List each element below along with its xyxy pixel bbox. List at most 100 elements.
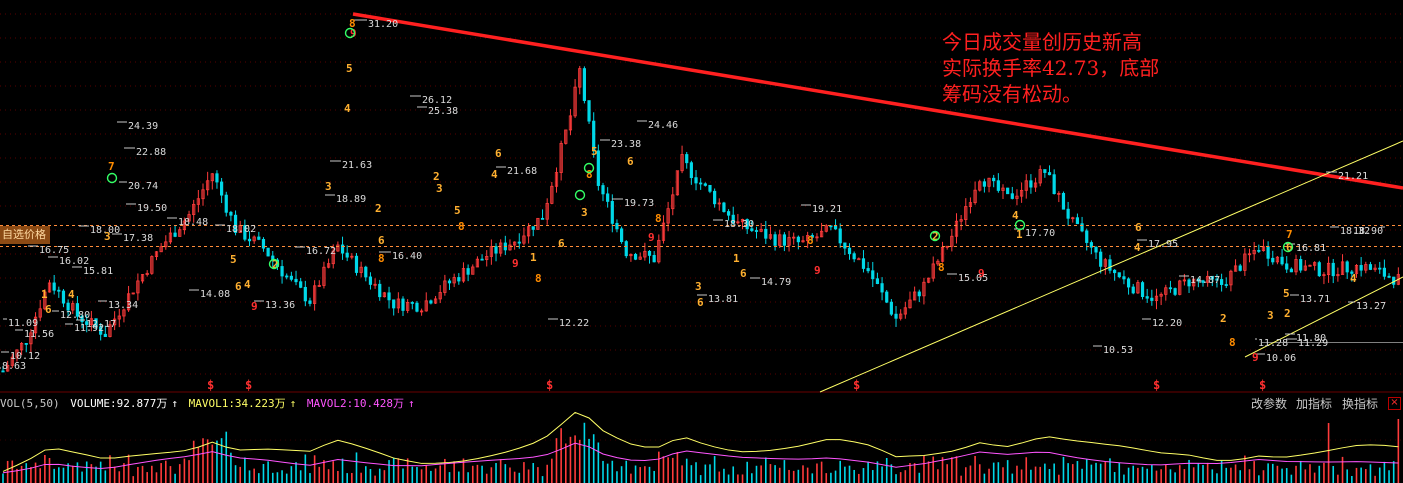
- price-label-18.48: 18.48: [178, 217, 208, 228]
- candle-body: [61, 290, 66, 304]
- price-label-13.34: 13.34: [108, 300, 138, 311]
- candle-body: [173, 232, 177, 237]
- price-label-17.70: 17.70: [1025, 228, 1055, 239]
- candle-body: [66, 302, 70, 311]
- signal-ring: [106, 172, 118, 184]
- candle-body: [1382, 267, 1386, 277]
- signal-digit-9: 9: [978, 267, 985, 280]
- signal-digit-6: 6: [558, 237, 565, 250]
- signal-digit-4: 4: [491, 168, 498, 181]
- annotation: 今日成交量创历史新高实际换手率42.73，底部筹码没有松动。: [942, 30, 1159, 106]
- candle-body: [722, 202, 726, 212]
- candle-body: [1220, 279, 1224, 285]
- signal-digit-3: 3: [695, 280, 702, 293]
- candle-body: [308, 300, 312, 304]
- candle-body: [1043, 169, 1047, 173]
- candle-body: [1387, 275, 1391, 278]
- candle-body: [1345, 261, 1349, 273]
- signal-digit-6: 6: [1135, 221, 1142, 234]
- mavol1-value: MAVOL1:34.223万: [188, 397, 286, 410]
- signal-digit-1: 1: [733, 252, 740, 265]
- candle-body: [582, 68, 586, 101]
- candle-body: [57, 289, 61, 292]
- price-label-11.28: 11.28: [1258, 338, 1288, 349]
- candle-body: [606, 193, 610, 202]
- volume-header: VOL(5,50) VOLUME:92.877万 ↑ MAVOL1:34.223万…: [0, 395, 1403, 413]
- signal-digit-2: 2: [1284, 307, 1291, 320]
- signal-digit-8: 8: [938, 261, 945, 274]
- price-label-14.87: 14.87: [1190, 275, 1220, 286]
- indicator-name[interactable]: VOL(5,50): [0, 397, 60, 410]
- price-label-23.38: 23.38: [611, 139, 641, 150]
- signal-ring: [574, 189, 586, 201]
- grid-lines: [0, 13, 1403, 441]
- price-label-12.22: 12.22: [559, 318, 589, 329]
- candle-body: [601, 185, 605, 195]
- price-label-15.81: 15.81: [83, 266, 113, 277]
- price-label-16.72: 16.72: [306, 246, 336, 257]
- candle-body: [1066, 208, 1070, 219]
- candle-body: [531, 226, 535, 230]
- candle-body: [1359, 265, 1363, 271]
- candle-body: [378, 283, 382, 298]
- signal-digit-8: 8: [378, 252, 385, 265]
- candle-body: [1122, 276, 1126, 280]
- dollar-marker: $: [546, 378, 553, 392]
- price-label-13.81: 13.81: [708, 294, 738, 305]
- signal-digit-9: 9: [648, 231, 655, 244]
- candle-body: [294, 278, 298, 283]
- price-label-16.40: 16.40: [392, 251, 422, 262]
- candle-body: [447, 280, 452, 284]
- volume-bars: [2, 411, 1400, 483]
- candle-body: [24, 343, 28, 345]
- candle-body: [624, 241, 628, 257]
- switch-indicator-button[interactable]: 换指标: [1342, 395, 1378, 413]
- candle-body: [215, 173, 219, 183]
- candle-body: [494, 246, 498, 254]
- candle-body: [354, 255, 359, 273]
- signal-digit-4: 4: [344, 102, 351, 115]
- candle-body: [415, 302, 419, 312]
- price-label-16.81: 16.81: [1296, 243, 1326, 254]
- up-arrow-icon: ↑: [408, 397, 415, 410]
- price-label-18.32: 18.32: [1340, 226, 1370, 237]
- price-label-21.68: 21.68: [507, 166, 537, 177]
- candle-body: [843, 242, 847, 249]
- change-params-button[interactable]: 改参数: [1251, 395, 1287, 413]
- signal-digit-5: 5: [1283, 287, 1290, 300]
- candle-body: [1238, 265, 1242, 271]
- candle-body: [782, 234, 786, 246]
- candle-body: [620, 228, 624, 242]
- price-label-24.46: 24.46: [648, 120, 678, 131]
- close-icon[interactable]: ×: [1388, 397, 1401, 410]
- candle-body: [633, 253, 638, 260]
- candle-body: [285, 275, 289, 278]
- candle-body: [703, 183, 707, 186]
- candle-body: [713, 190, 717, 205]
- price-label-12.20: 12.20: [1152, 318, 1182, 329]
- candle-body: [847, 247, 852, 255]
- candle-body: [401, 298, 405, 311]
- add-indicator-button[interactable]: 加指标: [1296, 395, 1332, 413]
- price-tag[interactable]: 自选价格: [0, 226, 50, 244]
- candle-body: [694, 177, 698, 184]
- signal-digit-6: 6: [45, 303, 52, 316]
- candle-body: [996, 180, 1000, 191]
- candle-body: [1029, 180, 1033, 188]
- candle-body: [982, 181, 986, 187]
- candle-body: [610, 201, 614, 224]
- candle-body: [52, 282, 56, 291]
- candle-body: [1280, 256, 1284, 265]
- signal-digit-7: 7: [1286, 228, 1293, 241]
- candle-body: [540, 217, 545, 220]
- price-label-31.20: 31.20: [368, 19, 398, 30]
- candle-body: [410, 302, 414, 304]
- candle-body: [1150, 297, 1154, 301]
- signal-digit-8: 8: [586, 168, 593, 181]
- candle-body: [1271, 257, 1275, 263]
- candle-body: [1052, 174, 1056, 195]
- price-label-21.21: 21.21: [1338, 171, 1368, 182]
- candle-body: [685, 154, 689, 164]
- price-label-10.53: 10.53: [1103, 345, 1133, 356]
- candle-body: [1224, 284, 1228, 286]
